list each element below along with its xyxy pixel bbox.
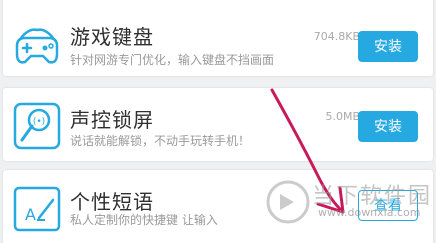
- svg-text:A: A: [25, 205, 36, 224]
- watermark-url: www.downxia.com: [318, 206, 421, 219]
- app-description: 针对网游专门优化，输入键盘不挡画面: [70, 53, 275, 67]
- app-card-voice-lock[interactable]: (•) 声控锁屏 5.0MB 说话就能解锁，不动手玩转手机！ 安装: [3, 88, 433, 161]
- app-description: 说话就能解锁，不动手玩转手机！: [70, 134, 251, 148]
- watermark-logo-icon: [266, 180, 310, 224]
- app-card-game-keyboard[interactable]: 游戏键盘 704.8KB 针对网游专门优化，输入键盘不挡画面 安装: [3, 0, 433, 76]
- app-name: 游戏键盘: [70, 25, 154, 49]
- app-description: 私人定制你的快捷键 让输入: [70, 213, 218, 227]
- app-size: 5.0MB: [325, 110, 360, 123]
- watermark: 当下软件园 www.downxia.com: [262, 176, 436, 243]
- app-name: 声控锁屏: [70, 108, 154, 132]
- gamepad-icon: [11, 20, 63, 72]
- install-button[interactable]: 安装: [358, 111, 418, 142]
- app-list-screen: 游戏键盘 704.8KB 针对网游专门优化，输入键盘不挡画面 安装 (•) 声控…: [0, 0, 436, 243]
- app-size: 704.8KB: [313, 30, 360, 43]
- voice-lock-icon: (•): [11, 100, 63, 152]
- phrase-edit-icon: A: [11, 182, 63, 234]
- svg-text:(•): (•): [33, 117, 45, 127]
- install-button[interactable]: 安装: [358, 31, 418, 62]
